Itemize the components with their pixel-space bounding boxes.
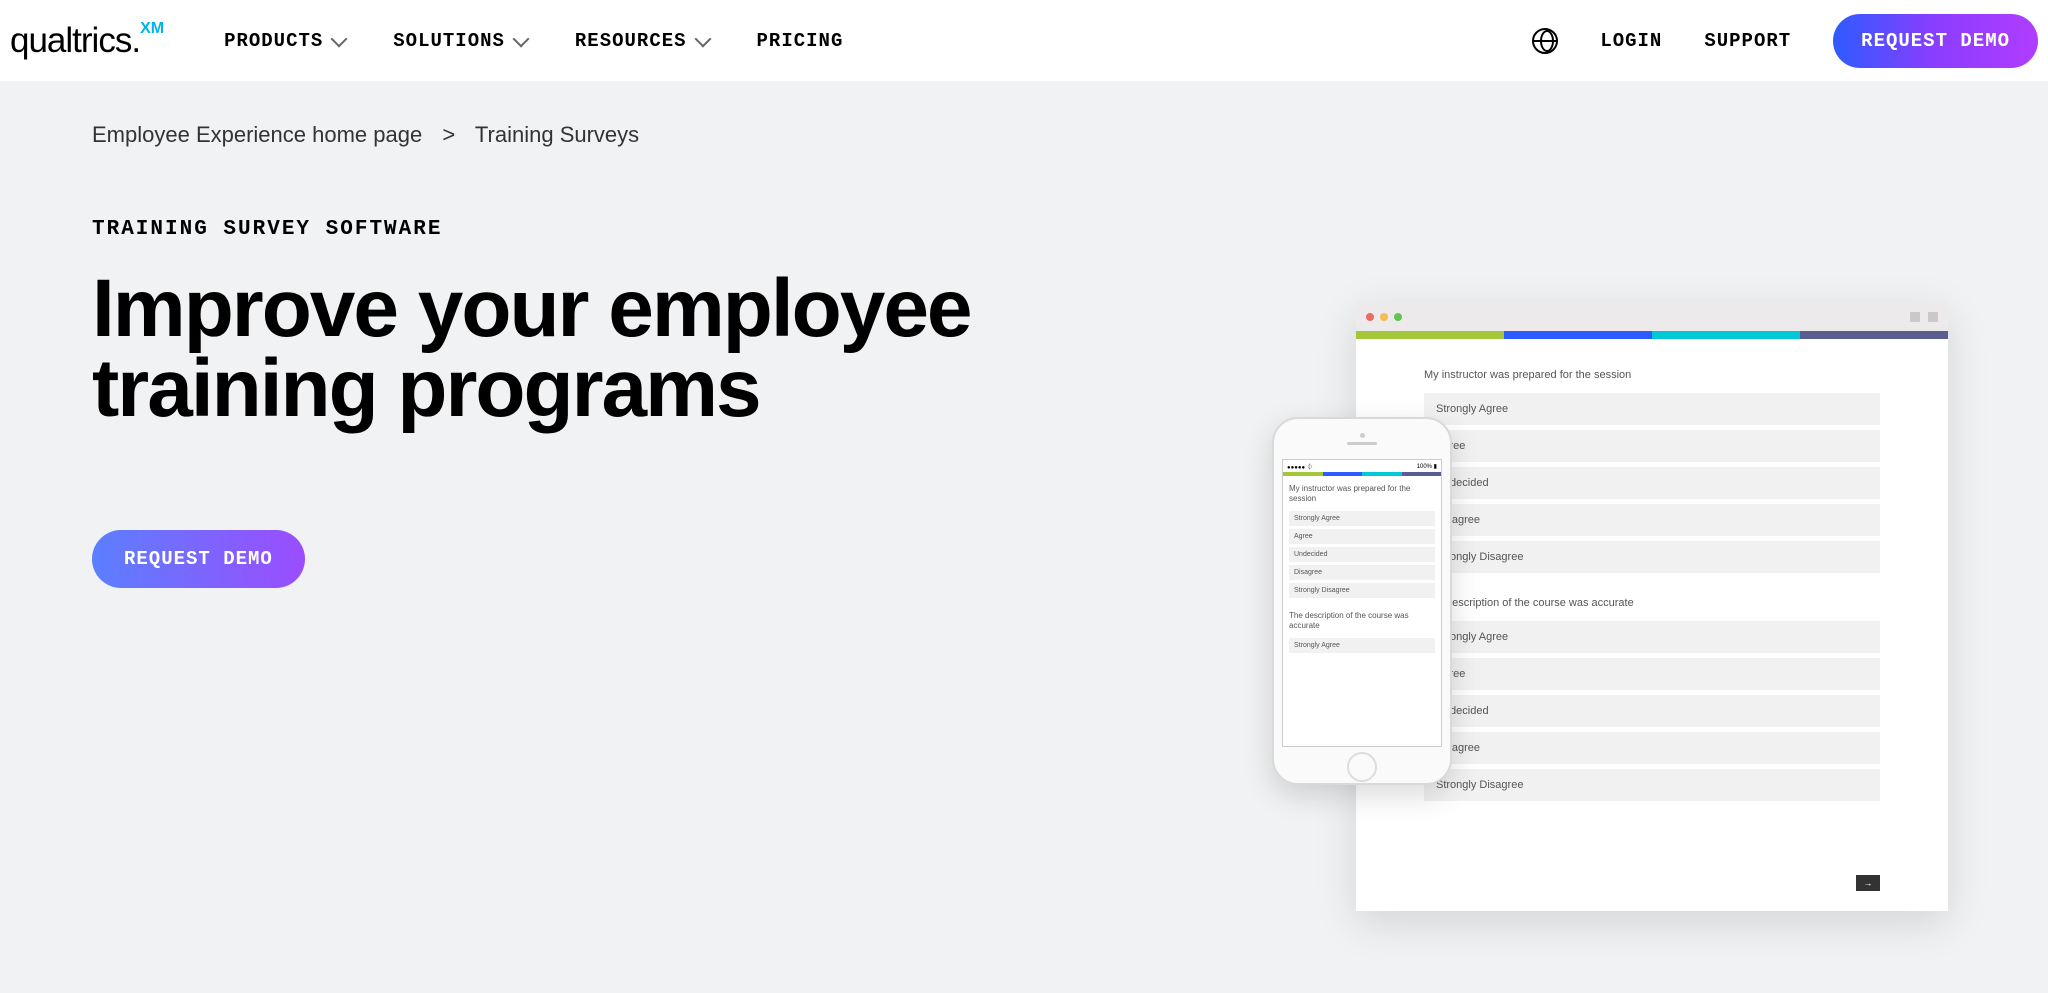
traffic-light-zoom-icon: [1394, 313, 1402, 321]
question-title: The description of the course was accura…: [1424, 597, 1880, 609]
nav-label: SOLUTIONS: [393, 30, 505, 52]
survey-option[interactable]: Strongly Agree: [1289, 511, 1435, 526]
login-link[interactable]: LOGIN: [1600, 30, 1662, 52]
survey-option[interactable]: Agree: [1289, 529, 1435, 544]
survey-option[interactable]: Agree: [1424, 658, 1880, 690]
survey-option[interactable]: Strongly Agree: [1289, 638, 1435, 653]
survey-option[interactable]: Disagree: [1424, 504, 1880, 536]
support-link[interactable]: SUPPORT: [1704, 30, 1791, 52]
signal-icon: ●●●●● ⏀: [1287, 462, 1313, 471]
request-demo-button[interactable]: REQUEST DEMO: [1833, 14, 2038, 68]
question-title: My instructor was prepared for the sessi…: [1424, 369, 1880, 381]
phone-speaker-icon: [1347, 442, 1377, 445]
breadcrumb-current: Training Surveys: [475, 122, 639, 147]
breadcrumb: Employee Experience home page > Training…: [92, 122, 1956, 148]
survey-option[interactable]: Disagree: [1289, 565, 1435, 580]
site-header: qualtrics. XM PRODUCTS SOLUTIONS RESOURC…: [0, 0, 2048, 82]
question-title: My instructor was prepared for the sessi…: [1289, 484, 1435, 505]
page-body: Employee Experience home page > Training…: [0, 82, 2048, 993]
phone-top: [1274, 419, 1450, 459]
chevron-down-icon: [694, 30, 711, 47]
survey-option[interactable]: Undecided: [1289, 547, 1435, 562]
battery-icon: 100% ▮: [1417, 463, 1437, 470]
survey-question: My instructor was prepared for the sessi…: [1424, 369, 1880, 573]
breadcrumb-home[interactable]: Employee Experience home page: [92, 122, 422, 147]
survey-option[interactable]: Agree: [1424, 430, 1880, 462]
traffic-light-minimize-icon: [1380, 313, 1388, 321]
survey-option[interactable]: Strongly Agree: [1424, 621, 1880, 653]
nav-resources[interactable]: RESOURCES: [575, 30, 709, 52]
survey-option[interactable]: Strongly Agree: [1424, 393, 1880, 425]
header-right: LOGIN SUPPORT REQUEST DEMO: [1532, 14, 2038, 68]
chevron-down-icon: [512, 30, 529, 47]
brand-strip: [1356, 331, 1948, 339]
survey-option[interactable]: Undecided: [1424, 467, 1880, 499]
eyebrow: TRAINING SURVEY SOFTWARE: [92, 218, 1956, 241]
survey-option[interactable]: Strongly Disagree: [1289, 583, 1435, 598]
survey-option[interactable]: Strongly Disagree: [1424, 541, 1880, 573]
main-nav: PRODUCTS SOLUTIONS RESOURCES PRICING: [224, 30, 843, 52]
survey-option[interactable]: Disagree: [1424, 732, 1880, 764]
chevron-down-icon: [331, 30, 348, 47]
phone-status-bar: ●●●●● ⏀ 100% ▮: [1283, 460, 1441, 472]
survey-option[interactable]: Undecided: [1424, 695, 1880, 727]
page-headline: Improve your employee training programs: [92, 269, 972, 430]
breadcrumb-separator: >: [442, 122, 455, 147]
phone-screen: ●●●●● ⏀ 100% ▮ My instructor was prepare…: [1282, 459, 1442, 747]
nav-label: PRODUCTS: [224, 30, 323, 52]
survey-question: The description of the course was accura…: [1424, 597, 1880, 801]
logo-xm: XM: [140, 20, 164, 38]
survey-option[interactable]: Strongly Disagree: [1424, 769, 1880, 801]
traffic-light-close-icon: [1366, 313, 1374, 321]
browser-control-icon: [1928, 312, 1938, 322]
browser-control-icon: [1910, 312, 1920, 322]
globe-icon[interactable]: [1532, 28, 1558, 54]
phone-camera-icon: [1360, 433, 1365, 438]
phone-home-button-icon: [1347, 752, 1377, 782]
nav-pricing[interactable]: PRICING: [757, 30, 844, 52]
nav-products[interactable]: PRODUCTS: [224, 30, 345, 52]
nav-solutions[interactable]: SOLUTIONS: [393, 30, 527, 52]
request-demo-button-body[interactable]: REQUEST DEMO: [92, 530, 305, 588]
survey-preview-phone: ●●●●● ⏀ 100% ▮ My instructor was prepare…: [1272, 417, 1452, 785]
next-page-button[interactable]: →: [1856, 875, 1880, 891]
browser-chrome: [1356, 302, 1948, 331]
phone-survey-content: My instructor was prepared for the sessi…: [1283, 476, 1441, 664]
logo-text: qualtrics.: [10, 21, 140, 61]
question-title: The description of the course was accura…: [1289, 611, 1435, 632]
nav-label: RESOURCES: [575, 30, 687, 52]
logo[interactable]: qualtrics. XM: [10, 21, 164, 61]
nav-label: PRICING: [757, 30, 844, 52]
brand-strip: [1283, 472, 1441, 476]
